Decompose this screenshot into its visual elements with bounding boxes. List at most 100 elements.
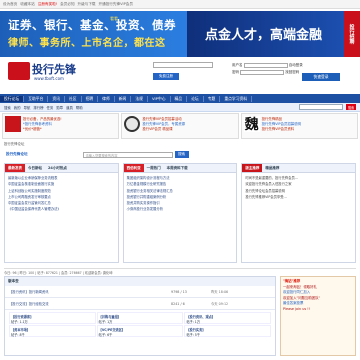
stat-newest[interactable]: 欢迎新会员: 唐化坤 (85, 271, 113, 275)
nav-item[interactable]: 招聘 (82, 95, 99, 102)
tab[interactable]: 本周资料下载 (164, 164, 191, 172)
subnav-item[interactable]: 搜索 (4, 105, 11, 110)
login-form: 用户名 自动登录 密码 找回密码 (232, 62, 303, 76)
subnav-search-button[interactable]: 搜索 (346, 104, 356, 110)
side-line[interactable]: Please join us !! (283, 307, 353, 313)
forum-stats: 今日: 96 | 昨日: 100 | 帖子: 877621 | 会员: 2766… (4, 268, 356, 275)
subforum-posts: 帖子: 6千 (98, 333, 113, 337)
logo-url: www.tbxft.com (34, 76, 64, 81)
sidebar-promo: "掏钻"推荐 一起来淘钻！领取好礼 欢迎投行同仁加入 欢迎加入"问题互助团队" … (280, 276, 356, 356)
ad-card[interactable]: 魏投行先锋精品 投行先锋VIP会员招募说明 投行先锋VIP会员资料 (240, 113, 358, 139)
password-label: 密码 (232, 70, 239, 74)
subnav-item[interactable]: 勋章 (56, 105, 63, 110)
section-name[interactable]: 【投行交流】投行经验交流 (9, 301, 171, 306)
stat-today: 今日: 96 (4, 271, 17, 275)
subnav-item[interactable]: 道具 (66, 105, 73, 110)
subforum-cell[interactable]: 【资本市场】 帖子: 8千 (9, 325, 96, 337)
list-item[interactable]: 小券商投行业务发展分析 (127, 206, 234, 212)
site-logo[interactable]: 投行先锋 www.tbxft.com (8, 60, 128, 84)
forum-brand: 投行先锋论坛 (6, 152, 28, 156)
ad-row: 投行必备，产品的最优选! *投行先锋参考资料 *优价*超值* 投行先锋VIP会员招募… (0, 113, 360, 139)
subforum-title[interactable]: 【投行资讯、观点】 (186, 315, 215, 319)
subnav-item[interactable]: 帮助 (76, 105, 83, 110)
section-last: 今天 09:12 (211, 302, 229, 306)
nav-item[interactable]: 资讯 (48, 95, 65, 102)
panels: 最新发表 今日新帖 24小时热点 最新版以企业承销保荐业务流程表 中国证监会核准制全… (0, 163, 360, 263)
nav-item[interactable]: 投行论坛 (0, 95, 25, 102)
forum-search-button[interactable]: 搜索 (174, 151, 189, 158)
tab[interactable]: 一周热门 (144, 164, 164, 172)
header-search-input[interactable] (153, 62, 213, 68)
forum-section[interactable]: 【投行交流】投行经验交流 8241 / 6 今天 09:12 (5, 298, 275, 310)
topbar-link[interactable]: 注册有奖啦! (38, 2, 57, 6)
main-nav: 投行论坛 互助平台 资讯 社区 招聘 律师 新闻 法规 VIP中心 精品 论坛 … (0, 94, 360, 103)
tab[interactable]: 最新发表 (5, 164, 25, 172)
subnav-item[interactable]: 我的 (14, 105, 21, 110)
tab[interactable]: 西伯利亚 (123, 164, 144, 172)
list-item[interactable]: 投行先锋推荐VIP会员享受... (245, 194, 352, 200)
section-name[interactable]: 【投行资讯】投行新闻资讯 (9, 289, 171, 294)
subnav-item[interactable]: 排行榜 (33, 105, 43, 110)
username-input[interactable] (243, 62, 288, 68)
forum-section[interactable]: 【投行资讯】投行新闻资讯 9798 / 13 昨天 18:06 (5, 286, 275, 298)
ad-card[interactable]: 投行必备，产品的最优选! *投行先锋参考资料 *优价*超值* (2, 113, 120, 139)
subforum-posts: 帖子: 1万 (186, 320, 201, 324)
panel-recommend: 版主推荐 精品推荐 时间不是最重要的，投行先锋会员... 欢迎投行先锋会员入驻投行… (241, 163, 357, 263)
subnav-search-input[interactable] (299, 104, 343, 110)
ad-banner[interactable]: 证券、银行、基金、投资、债券 律师、事务所、上市名企，都在这 看看 点金人才，高端金… (0, 11, 360, 57)
calligraphy-icon: 魏 (243, 116, 260, 133)
ad-line: 投行VIP会员 精品课 (142, 127, 173, 131)
topbar-link[interactable]: 设为首页 (3, 2, 17, 6)
topbar-link[interactable]: 会员必知 (60, 2, 74, 6)
ad-card[interactable]: 投行先锋VIP会员招募活动 投行先锋VIP会员，专属资源 投行VIP会员 精品课 (121, 113, 239, 139)
sub-nav: 搜索 我的 导航 排行榜 任务 勋章 道具 帮助 搜索 (0, 103, 360, 112)
subforum-cell[interactable]: 【并购与重组】 帖子: 1万 (96, 312, 184, 324)
topbar-link[interactable]: 升级与下载 (78, 2, 96, 6)
forum-search-input[interactable]: 请输入您要搜索的内容 (82, 151, 173, 158)
nav-item[interactable]: 社区 (65, 95, 82, 102)
tab[interactable]: 今日新帖 (25, 164, 45, 172)
password-input[interactable] (240, 69, 285, 75)
banner-line2: 律师、事务所、上市名企，都在这 (8, 38, 166, 49)
subforum-title[interactable]: 【投行实务】 (186, 328, 205, 332)
subforum-title[interactable]: 【并购与重组】 (99, 315, 121, 319)
subforum-title[interactable]: 【VC/PE交流区】 (99, 328, 125, 332)
nav-item[interactable]: 法规 (131, 95, 148, 102)
panel-hot: 西伯利亚 一周热门 本周资料下载 集团组织架构设计流程与方法 万亿基金规模行业研究报… (122, 163, 238, 263)
list-item[interactable]: 《中国证监会保荐代表人管理办法》 (8, 206, 115, 212)
banner-right: 点金人才，高端金融 (205, 28, 323, 43)
nav-item[interactable]: 律师 (98, 95, 115, 102)
nav-item[interactable]: 互助平台 (24, 95, 49, 102)
breadcrumb[interactable]: 投行先锋论坛 (4, 141, 24, 146)
topbar-link[interactable]: 开通投行先锋VIP会员 (99, 2, 133, 6)
tab[interactable]: 版主推荐 (242, 164, 263, 172)
logo-name: 投行先锋 (32, 63, 76, 76)
subforum-cell[interactable]: 【投行实务】 帖子: 5千 (184, 325, 271, 337)
stat-posts: 帖子: 877621 (37, 271, 58, 275)
nav-item[interactable]: 论坛 (187, 95, 204, 102)
forgot-link[interactable]: 找回密码 (285, 70, 299, 74)
subforum-title[interactable]: 【投行资源库】 (11, 315, 33, 319)
register-button[interactable]: 免费注册 (153, 73, 179, 80)
subforum-cell[interactable]: 【投行资讯、观点】 帖子: 1万 (184, 312, 271, 324)
subnav-item[interactable]: 任务 (47, 105, 54, 110)
forum-title: 版本去 (5, 277, 275, 286)
panel-latest: 最新发表 今日新帖 24小时热点 最新版以企业承销保荐业务流程表 中国证监会核准制全… (4, 163, 119, 263)
nav-item[interactable]: 精品 (171, 95, 188, 102)
nav-item[interactable]: 专题 (204, 95, 221, 102)
shop-icon (5, 116, 21, 132)
subforum-cell[interactable]: 【VC/PE交流区】 帖子: 6千 (96, 325, 184, 337)
remember-label[interactable]: 自动登录 (289, 63, 303, 67)
nav-item[interactable]: 新闻 (115, 95, 132, 102)
subforum-title[interactable]: 【资本市场】 (11, 328, 30, 332)
nav-item[interactable]: 重点学习资料 (220, 95, 253, 102)
subforum-cell[interactable]: 【投行资源库】 帖子: 1.1万 (9, 312, 96, 324)
topbar-link[interactable]: 收藏本站 (20, 2, 34, 6)
subforum-grid: 【投行资源库】 帖子: 1.1万 【并购与重组】 帖子: 1万 【投行资讯、观点】帖… (5, 310, 275, 339)
subnav-item[interactable]: 导航 (24, 105, 31, 110)
banner-side: 投行招聘 (344, 11, 360, 57)
login-button[interactable]: 快速登录 (302, 73, 340, 81)
tab[interactable]: 24小时热点 (45, 164, 70, 172)
nav-item[interactable]: VIP中心 (148, 95, 171, 102)
tab[interactable]: 精品推荐 (262, 164, 282, 172)
